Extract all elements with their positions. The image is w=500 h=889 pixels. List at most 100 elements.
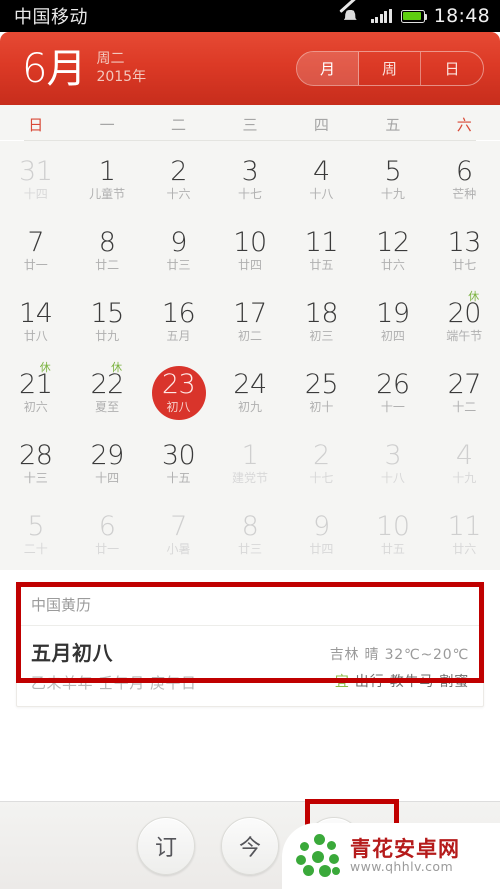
view-tab-2[interactable]: 日 — [421, 52, 483, 85]
day-cell[interactable]: 14 廿八 — [0, 286, 71, 357]
day-cell[interactable]: 18 初三 — [286, 286, 357, 357]
day-lunar-label: 十七 — [237, 186, 262, 201]
day-lunar-label: 二十 — [23, 541, 48, 556]
day-cell[interactable]: 10 廿五 — [357, 499, 428, 570]
day-cell[interactable]: 24 初九 — [214, 357, 285, 428]
day-number: 31 — [19, 156, 53, 188]
day-lunar-label: 端午节 — [446, 328, 483, 343]
day-cell[interactable]: 30 十五 — [143, 428, 214, 499]
day-lunar-label: 十三 — [23, 470, 48, 485]
today-button[interactable]: 今 — [221, 816, 279, 875]
watermark-url: www.qhhlv.com — [350, 859, 454, 875]
day-cell[interactable]: 11 廿六 — [429, 499, 500, 570]
day-number: 9 — [170, 227, 187, 259]
day-number: 4 — [455, 440, 473, 472]
day-cell[interactable]: 5 二十 — [0, 499, 71, 570]
day-cell[interactable]: 17 初二 — [214, 286, 285, 357]
day-number: 21 — [19, 369, 53, 401]
rest-day-badge: 休 — [468, 290, 480, 303]
status-icons: 18:48 — [339, 0, 490, 27]
day-number: 19 — [376, 298, 410, 330]
day-cell[interactable]: 2 十七 — [286, 428, 357, 499]
weekday-header-row: 日一二三四五六 — [0, 105, 500, 140]
day-lunar-label: 初九 — [237, 399, 262, 414]
day-cell[interactable]: 12 廿六 — [357, 215, 428, 286]
day-cell[interactable]: 15 廿九 — [71, 286, 142, 357]
day-number: 12 — [376, 227, 410, 259]
day-cell[interactable]: 28 十三 — [0, 428, 71, 499]
subscribe-button[interactable]: 订 — [137, 816, 195, 875]
month-grid[interactable]: 31 十四 1 儿童节 2 十六 3 十七 4 十八 5 十九 6 芒种 7 廿一 8 廿二 9 廿三 10 廿四 11 廿五… — [0, 141, 500, 570]
day-number: 8 — [241, 511, 259, 543]
day-cell[interactable]: 3 十八 — [357, 428, 428, 499]
day-number: 20 — [447, 298, 482, 330]
day-cell[interactable]: 1 儿童节 — [71, 144, 142, 215]
view-tab-label: 周 — [381, 60, 397, 78]
day-lunar-label: 十九 — [452, 470, 477, 485]
day-cell[interactable]: 16 五月 — [143, 286, 214, 357]
day-number: 14 — [19, 298, 53, 330]
day-cell[interactable]: 6 廿一 — [71, 499, 142, 570]
day-lunar-label: 廿六 — [380, 257, 405, 272]
day-lunar-label: 十九 — [380, 186, 405, 201]
day-cell[interactable]: 26 十一 — [357, 357, 428, 428]
lunar-date: 五月初八 — [31, 641, 113, 665]
view-tab-1[interactable]: 周 — [359, 52, 421, 85]
day-lunar-label: 初二 — [237, 328, 262, 343]
carrier-label: 中国移动 — [14, 7, 88, 28]
almanac-body: 五月初八 乙未羊年 壬午月 庚午日 吉林 晴 32℃~20℃ 宜 出行 教牛马 … — [17, 626, 483, 706]
week-row: 7 廿一 8 廿二 9 廿三 10 廿四 11 廿五 12 廿六 13 廿七 — [0, 215, 500, 286]
day-lunar-label: 廿五 — [380, 541, 405, 556]
day-cell[interactable]: 休 20 端午节 — [429, 286, 500, 357]
watermark-logo-icon — [296, 834, 342, 878]
day-cell[interactable]: 29 十四 — [71, 428, 142, 499]
day-cell[interactable]: 休 22 夏至 — [71, 357, 142, 428]
day-number: 11 — [447, 511, 482, 543]
day-lunar-label: 儿童节 — [89, 186, 126, 201]
status-bar: 中国移动 18:48 — [0, 0, 500, 32]
day-cell[interactable]: 19 初四 — [357, 286, 428, 357]
day-cell[interactable]: 7 廿一 — [0, 215, 71, 286]
day-cell[interactable]: 9 廿四 — [286, 499, 357, 570]
day-cell[interactable]: 2 十六 — [143, 144, 214, 215]
view-tab-0[interactable]: 月 — [297, 52, 359, 85]
day-lunar-label: 夏至 — [95, 399, 120, 414]
day-cell[interactable]: 31 十四 — [0, 144, 71, 215]
day-cell[interactable]: 8 廿二 — [71, 215, 142, 286]
day-cell[interactable]: 4 十八 — [286, 144, 357, 215]
day-cell[interactable]: 1 建党节 — [214, 428, 285, 499]
day-number: 29 — [90, 440, 124, 472]
day-cell[interactable]: 13 廿七 — [429, 215, 500, 286]
header-title-group[interactable]: 6月 周二 2015年 — [22, 49, 146, 89]
day-cell[interactable]: 休 21 初六 — [0, 357, 71, 428]
day-lunar-label: 廿三 — [166, 257, 191, 272]
day-lunar-label: 十八 — [380, 470, 405, 485]
day-number: 2 — [170, 156, 187, 188]
weekday-1: 一 — [99, 115, 115, 134]
day-cell[interactable]: 7 小暑 — [143, 499, 214, 570]
day-number: 17 — [233, 298, 267, 330]
calendar-header: 6月 周二 2015年 月 周 日 — [0, 32, 500, 105]
day-number: 3 — [241, 156, 259, 188]
watermark-site-name: 青花安卓网 — [350, 837, 460, 862]
day-cell[interactable]: 27 十二 — [429, 357, 500, 428]
day-cell[interactable]: 11 廿五 — [286, 215, 357, 286]
day-cell[interactable]: 5 十九 — [357, 144, 428, 215]
almanac-right-column: 吉林 晴 32℃~20℃ 宜 出行 教牛马 割蜜 — [330, 637, 469, 693]
day-cell[interactable]: 10 廿四 — [214, 215, 285, 286]
day-cell[interactable]: 23 初八 — [143, 357, 214, 428]
day-cell[interactable]: 8 廿三 — [214, 499, 285, 570]
almanac-card[interactable]: 中国黄历 五月初八 乙未羊年 壬午月 庚午日 吉林 晴 32℃~20℃ 宜 出行… — [16, 582, 484, 707]
day-cell[interactable]: 25 初十 — [286, 357, 357, 428]
day-lunar-label: 廿八 — [23, 328, 48, 343]
day-number: 7 — [27, 227, 45, 259]
day-lunar-label: 初八 — [166, 399, 191, 414]
day-cell[interactable]: 3 十七 — [214, 144, 285, 215]
day-cell[interactable]: 9 廿三 — [143, 215, 214, 286]
day-cell[interactable]: 6 芒种 — [429, 144, 500, 215]
button-label: 订 — [154, 835, 177, 861]
day-cell[interactable]: 4 十九 — [429, 428, 500, 499]
day-number: 15 — [90, 298, 124, 330]
day-number: 10 — [376, 511, 410, 543]
view-mode-segmented-control[interactable]: 月周日 — [296, 51, 484, 86]
